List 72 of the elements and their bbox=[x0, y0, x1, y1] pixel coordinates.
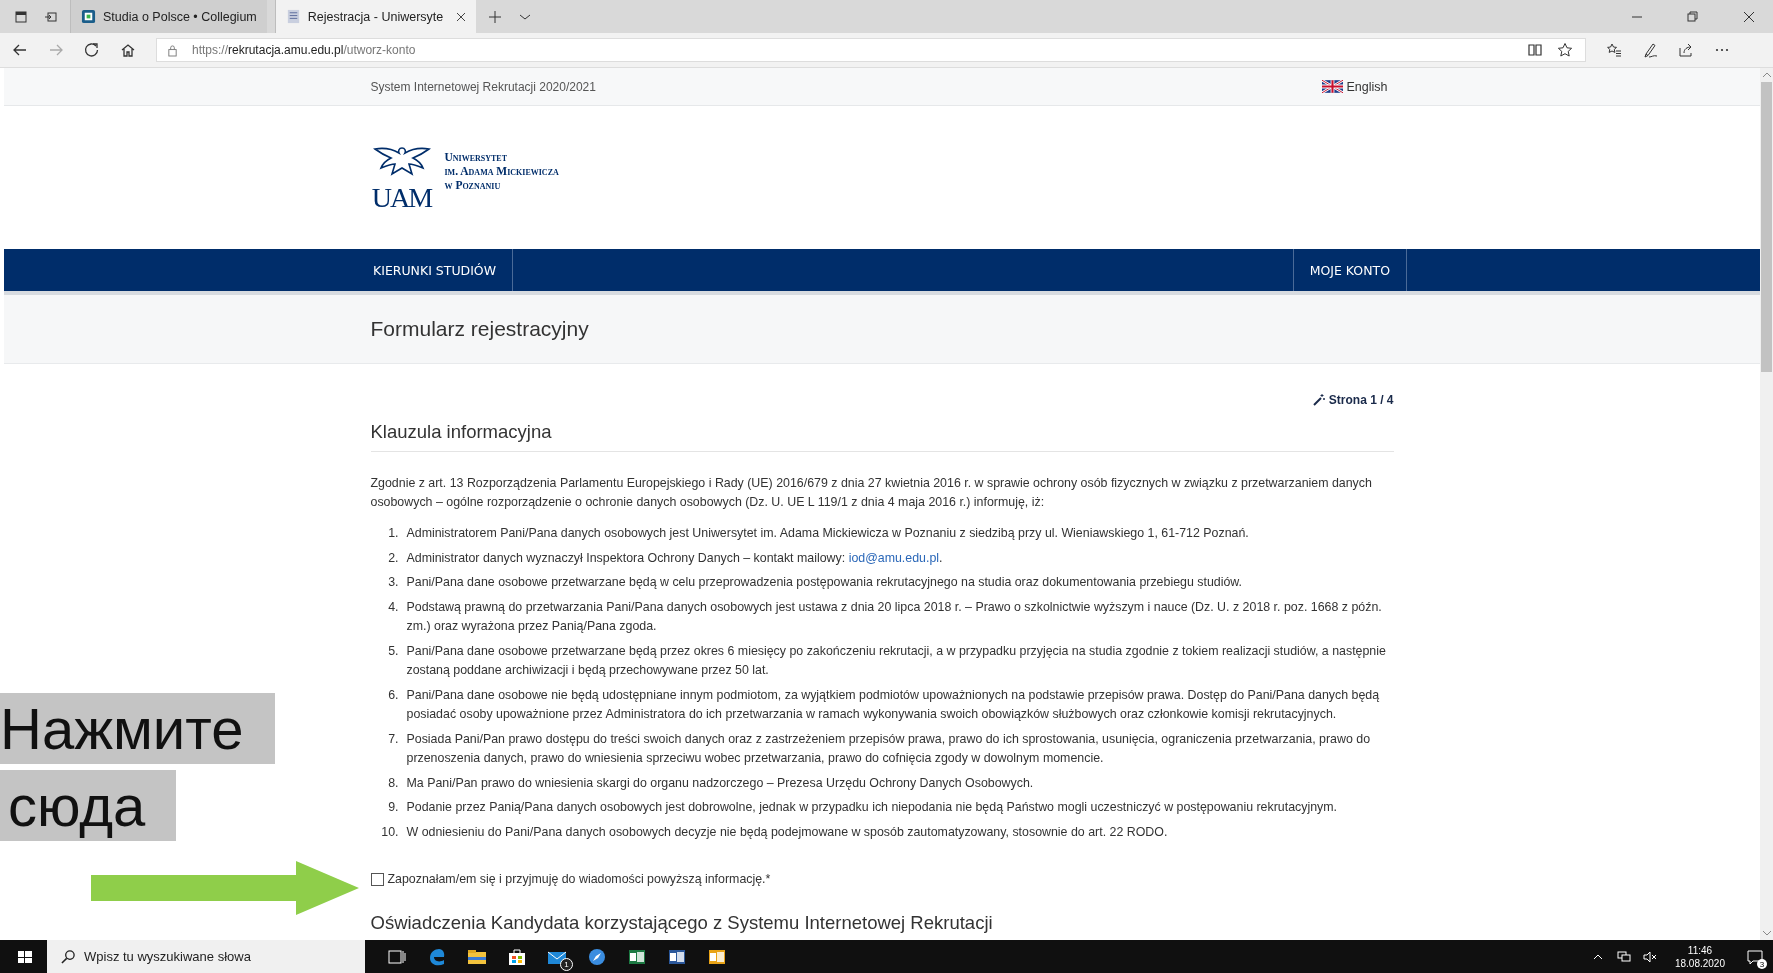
scroll-down-icon[interactable] bbox=[1761, 929, 1772, 937]
page-indicator: Strona 1 / 4 bbox=[1328, 393, 1394, 407]
nav-link[interactable]: KIERUNKI STUDIÓW bbox=[357, 249, 514, 291]
browser-tab[interactable]: Rejestracja - Uniwersyte bbox=[274, 0, 477, 33]
notification-badge: 1 bbox=[560, 958, 573, 971]
volume-muted-icon[interactable] bbox=[1642, 950, 1657, 963]
windows-start-icon[interactable] bbox=[17, 948, 33, 965]
list-number: 10. bbox=[380, 823, 400, 841]
uk-flag-icon bbox=[1321, 80, 1343, 93]
favicon-icon bbox=[285, 9, 301, 24]
scroll-up-icon[interactable] bbox=[1761, 71, 1772, 79]
list-item-text: W odniesieniu do Pani/Pana danych osobowych decyzje nie będą podejmowane w sposób zautomatyzowany, stosownie do art. 22 RODO. bbox=[406, 823, 1168, 841]
page-title: Formularz rejestracyjny bbox=[370, 317, 590, 341]
logo-mark: UAM bbox=[371, 183, 432, 212]
share-icon[interactable] bbox=[1678, 42, 1694, 58]
new-tab-icon[interactable] bbox=[488, 9, 503, 24]
consent-checkbox[interactable]: Zapoznałam/em się i przyjmuję do wiadomości powyższą informację.* bbox=[370, 872, 1394, 886]
taskbar-search-field[interactable]: Wpisz tu wyszukiwane słowa bbox=[47, 940, 365, 973]
intro-paragraph: Zgodnie z art. 13 Rozporządzenia Parlamentu Europejskiego i Rady (UE) 2016/679 z dnia 27 kwietnia 2016 r. w sprawie ochrony osób fizycznych w związku z przetwarzaniem danych osobowych – ogólne rozporządzenie o ochronie danych osobowych (Dz. U. UE L 119/1 z dnia 4 maja 2016 r.) informuję, iż: bbox=[370, 475, 1373, 511]
instruction-label: Нажмите bbox=[0, 693, 275, 764]
pen-icon[interactable] bbox=[1642, 42, 1658, 58]
list-item-text: Administratorem Pani/Pana danych osobowych jest Uniwersytet im. Adama Mickiewicza w Poznaniu z siedzibą przy ul. Wieniawskiego 1, 61-712 Poznań. bbox=[406, 525, 1249, 542]
instruction-label: сюда bbox=[0, 770, 176, 841]
list-number: 1. bbox=[387, 525, 400, 542]
list-number: 6. bbox=[387, 686, 400, 704]
list-number: 9. bbox=[387, 799, 400, 816]
notification-count: 3 bbox=[1757, 959, 1767, 969]
close-icon[interactable] bbox=[1743, 10, 1755, 23]
list-number: 3. bbox=[387, 574, 400, 591]
clock[interactable]: 11:46 18.08.2020 bbox=[1674, 943, 1725, 970]
list-item-text: Administrator danych wyznaczył Inspektora Ochrony Danych – kontakt mailowy: iod@amu.edu.pl. bbox=[406, 549, 943, 567]
list-number: 4. bbox=[387, 598, 400, 616]
list-number: 8. bbox=[387, 774, 400, 792]
list-item-text: Podanie przez Panią/Pana danych osobowych jest dobrowolne, jednak w przypadku ich niepodania nie będą Państwo mogli uczestniczyć w postępowaniu rekrutacyjnym. bbox=[406, 799, 1338, 816]
list-number: 7. bbox=[387, 730, 400, 748]
browser-tab[interactable]: Studia o Polsce • Collegium bbox=[70, 0, 267, 33]
network-icon[interactable] bbox=[1616, 950, 1631, 963]
list-number: 2. bbox=[387, 549, 400, 567]
scrollbar-thumb[interactable] bbox=[1761, 82, 1772, 372]
back-icon[interactable] bbox=[12, 42, 28, 58]
list-item-text: Pani/Pana dane osobowe nie będą udostępniane innym podmiotom, za wyjątkiem podmiotów upoważnionych na podstawie przepisów prawa. Dostęp do Pani/Pana danych będą posiadać osoby upoważnione przez Administratora do ich przetwarzania w ramach wykonywania swoich obowiązków służbowych oraz członkowie komisji rekrutacyjnych. bbox=[406, 686, 1381, 723]
list-item-text: Posiada Pani/Pan prawo dostępu do treści swoich danych oraz z zastrzeżeniem przepisów prawa, prawo do ich sprostowania, usunięcia, ograniczenia przetwarzania, prawo do przenoszenia danych, prawo do wniesienia sprzeciwu wobec przetwarzania, prawo do cofnięcia zgody w dowolnym momencie. bbox=[406, 730, 1372, 767]
favicon-icon bbox=[81, 9, 96, 24]
nav-link[interactable]: MOJE KONTO bbox=[1292, 249, 1407, 291]
section-heading: Oświadczenia Kandydata korzystającego z Systemu Internetowej Rekrutacji bbox=[370, 912, 994, 935]
scrollbar[interactable] bbox=[1760, 68, 1773, 940]
list-item-text: Podstawą prawną do przetwarzania Pani/Pana danych osobowych jest ustawa z dnia 20 lipca 2018 r. – Prawo o szkolnictwie wyższym i nauce (Dz. U. z 2018 r. poz. 1668 z późn. zm.) oraz wyrażona przez Panią/Pana zgoda. bbox=[406, 598, 1383, 635]
favorites-icon[interactable] bbox=[1606, 42, 1622, 58]
close-tab-icon[interactable] bbox=[456, 11, 467, 22]
restore-icon[interactable] bbox=[1687, 10, 1699, 23]
refresh-icon[interactable] bbox=[84, 42, 100, 58]
language-link[interactable]: English bbox=[1321, 79, 1388, 94]
clock-time: 11:46 bbox=[1687, 943, 1713, 957]
magic-wand-icon bbox=[1312, 394, 1325, 406]
university-name: Uniwersytet im. Adama Mickiewicza w Poznaniu bbox=[444, 149, 559, 192]
list-item-text: Pani/Pana dane osobowe przetwarzane będą w celu przeprowadzenia postępowania rekrutacyjnego na studia oraz dokumentowania przebiegu studiów. bbox=[406, 574, 1243, 591]
address-bar[interactable]: https://rekrutacja.amu.edu.pl/utworz-konto bbox=[156, 38, 1586, 62]
lock-icon bbox=[167, 43, 178, 57]
list-item-text: Pani/Pana dane osobowe przetwarzane będą przez okres 6 miesięcy po zakończeniu rekrutacji, a w przypadku przyjęcia na studia zgodnie z tokiem realizacji studiów, a następnie zostaną poddane archiwizacji i będą przechowywane przez 50 lat. bbox=[406, 642, 1387, 679]
tab-preview-icon[interactable] bbox=[14, 9, 28, 24]
list-number: 5. bbox=[387, 642, 400, 660]
list-item-text: Ma Pani/Pan prawo do wniesienia skargi do organu nadzorczego – Prezesa Urzędu Ochrony Danych Osobowych. bbox=[406, 774, 1034, 792]
search-icon bbox=[61, 949, 76, 964]
home-icon[interactable] bbox=[120, 42, 136, 58]
reading-view-icon[interactable] bbox=[1527, 42, 1543, 58]
star-icon[interactable] bbox=[1557, 42, 1573, 58]
checkbox[interactable] bbox=[370, 872, 384, 886]
section-heading: Klauzula informacyjna bbox=[370, 421, 1394, 452]
clock-date: 18.08.2020 bbox=[1674, 956, 1725, 970]
set-aside-tabs-icon[interactable] bbox=[44, 9, 58, 24]
notification-center-icon[interactable] bbox=[1747, 948, 1763, 965]
system-title: System Internetowej Rekrutacji 2020/2021 bbox=[370, 79, 596, 94]
